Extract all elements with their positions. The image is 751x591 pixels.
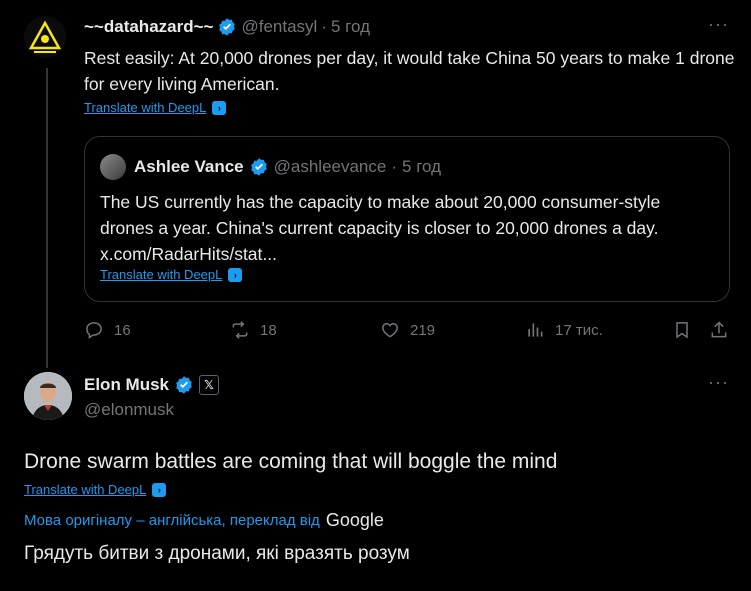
translate-label: Translate with DeepL	[100, 267, 223, 282]
more-options-icon[interactable]: ···	[708, 372, 729, 393]
reply-icon	[86, 322, 102, 339]
bookmark-button[interactable]	[672, 320, 692, 340]
tweet-text: Drone swarm battles are coming that will…	[24, 450, 558, 473]
views-count: 17 тис.	[555, 321, 603, 339]
original-language-link[interactable]: Мова оригіналу – англійська, переклад ві…	[24, 512, 320, 529]
deepl-icon: ›	[228, 267, 243, 282]
quoted-timestamp: 5 год	[402, 157, 442, 176]
separator-dot: ·	[321, 17, 327, 36]
x-affiliate-badge-icon[interactable]: 𝕏	[199, 375, 220, 395]
reply-button[interactable]: 16	[84, 320, 131, 340]
thread-connector-line	[46, 68, 48, 368]
hazard-logo-icon	[24, 16, 66, 58]
repost-button[interactable]: 18	[230, 320, 277, 340]
timestamp[interactable]: 5 год	[331, 17, 370, 37]
translated-text: Грядуть битви з дронами, які вразять роз…	[24, 543, 410, 564]
handle[interactable]: @elonmusk	[84, 400, 174, 420]
tweet-text: Rest easily: At 20,000 drones per day, i…	[84, 48, 735, 94]
share-icon	[711, 321, 727, 338]
bookmark-icon	[676, 322, 688, 339]
like-count: 219	[410, 321, 436, 339]
reply-count: 16	[114, 321, 131, 339]
quoted-handle: @ashleevance	[273, 157, 387, 176]
google-logo: Google	[325, 510, 384, 530]
translate-link[interactable]: Translate with DeepL ›	[24, 482, 167, 497]
views-button[interactable]: 17 тис.	[525, 320, 603, 340]
translate-label: Translate with DeepL	[24, 482, 147, 497]
quoted-translate-link[interactable]: Translate with DeepL ›	[100, 267, 243, 282]
more-options-icon[interactable]: ···	[708, 14, 729, 35]
verified-badge-icon	[219, 18, 236, 36]
display-name[interactable]: ~~datahazard~~	[84, 17, 213, 37]
heart-icon	[382, 322, 398, 338]
quoted-tweet-card[interactable]: Ashlee Vance @ashleevance · 5 год The US…	[84, 136, 730, 302]
avatar[interactable]	[24, 16, 66, 58]
quoted-display-name: Ashlee Vance	[134, 157, 244, 176]
quoted-avatar	[100, 154, 126, 180]
translate-label: Translate with DeepL	[84, 100, 207, 115]
verified-badge-icon	[250, 158, 267, 176]
deepl-icon: ›	[212, 100, 227, 115]
repost-icon	[232, 321, 248, 339]
verified-badge-icon	[176, 376, 192, 394]
separator-dot: ·	[391, 157, 398, 176]
tweet-header: Elon Musk 𝕏	[84, 375, 220, 395]
avatar[interactable]	[24, 372, 72, 420]
translation-source-note: Мова оригіналу – англійська, переклад ві…	[24, 510, 384, 531]
handle[interactable]: @fentasyl	[241, 17, 317, 37]
deepl-icon: ›	[152, 482, 167, 497]
translate-link[interactable]: Translate with DeepL ›	[84, 100, 227, 115]
quoted-tweet-text: The US currently has the capacity to mak…	[100, 192, 661, 264]
display-name[interactable]: Elon Musk	[84, 375, 169, 395]
profile-photo	[24, 372, 72, 420]
tweet-header: ~~datahazard~~ @fentasyl · 5 год	[84, 17, 370, 37]
repost-count: 18	[260, 321, 277, 339]
share-button[interactable]	[709, 320, 729, 340]
like-button[interactable]: 219	[380, 320, 435, 340]
analytics-icon	[528, 323, 543, 337]
quoted-tweet-header: Ashlee Vance @ashleevance · 5 год	[100, 154, 441, 180]
